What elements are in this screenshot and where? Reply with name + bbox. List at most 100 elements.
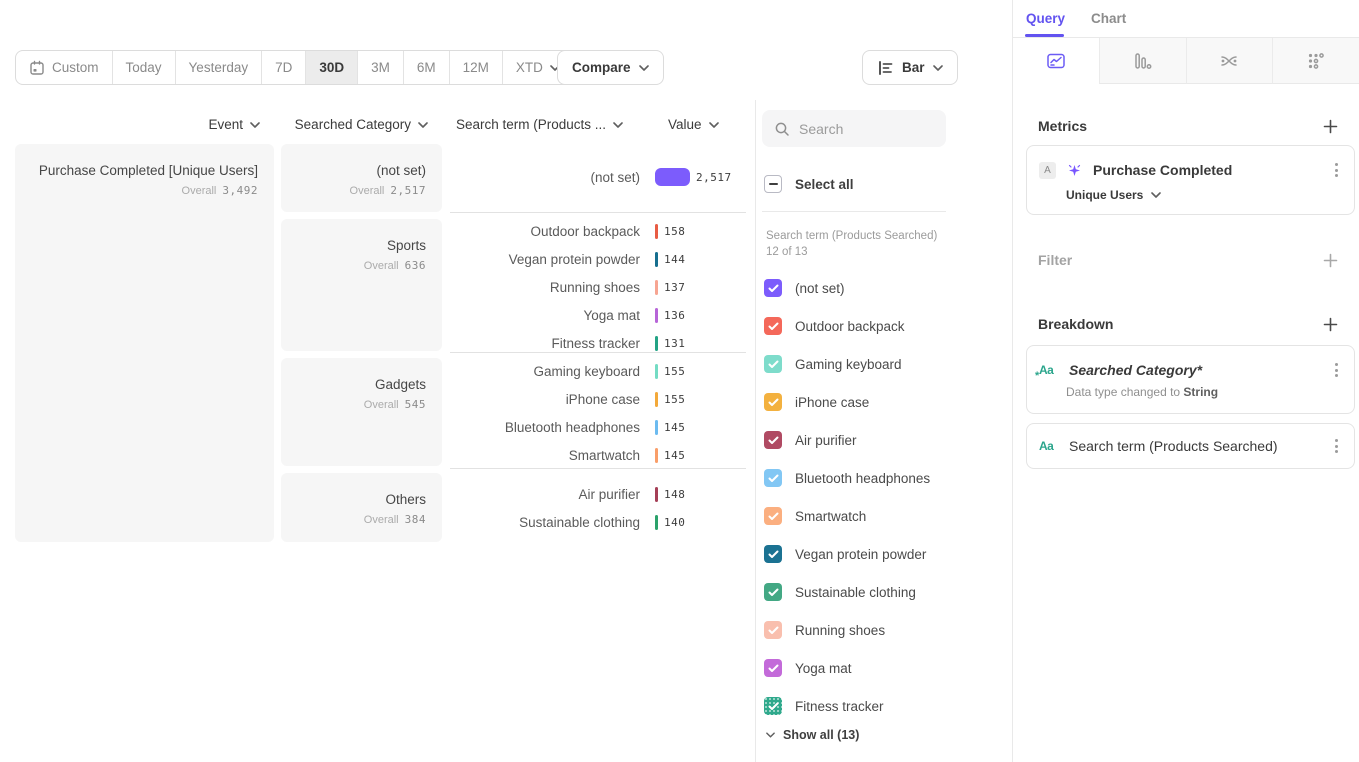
date-btn-6m[interactable]: 6M	[404, 51, 450, 84]
checkbox[interactable]	[764, 659, 782, 677]
filter-item[interactable]: Sustainable clothing	[764, 573, 946, 611]
search-input[interactable]	[799, 121, 929, 137]
chevron-down-icon	[613, 122, 623, 128]
tab-funnels[interactable]	[1099, 38, 1186, 84]
table-row[interactable]: Gaming keyboard 155	[450, 357, 750, 385]
breakdown-title: Breakdown	[1038, 316, 1113, 332]
column-header-event[interactable]: Event	[15, 117, 260, 132]
query-sidebar: Query Chart	[1013, 0, 1359, 762]
checkbox[interactable]	[764, 431, 782, 449]
column-header-value[interactable]: Value	[668, 117, 719, 132]
column-header-category[interactable]: Searched Category	[281, 117, 428, 132]
filter-item[interactable]: Bluetooth headphones	[764, 459, 946, 497]
filter-item[interactable]: Yoga mat	[764, 649, 946, 687]
filter-item[interactable]: Vegan protein powder	[764, 535, 946, 573]
compare-button[interactable]: Compare	[557, 50, 664, 85]
table-row[interactable]: Yoga mat 136	[450, 301, 750, 329]
category-cell[interactable]: Others Overall384	[281, 473, 442, 542]
filter-item[interactable]: Running shoes	[764, 611, 946, 649]
tab-insights[interactable]	[1013, 38, 1099, 84]
insights-icon	[1046, 51, 1066, 71]
checkbox[interactable]	[764, 317, 782, 335]
breakdown-menu-button[interactable]	[1331, 435, 1342, 457]
tab-query[interactable]: Query	[1026, 11, 1065, 26]
filter-item[interactable]: Air purifier	[764, 421, 946, 459]
metric-card[interactable]: A Purchase Completed Unique Users	[1026, 145, 1355, 215]
date-btn-7d[interactable]: 7D	[262, 51, 306, 84]
date-btn-30d-selected[interactable]: 30D	[306, 51, 358, 84]
filter-item[interactable]: (not set)	[764, 269, 946, 307]
breakdown-name: Search term (Products Searched)	[1069, 438, 1321, 454]
value-bar	[655, 308, 658, 323]
check-icon	[768, 322, 779, 331]
checkbox[interactable]	[764, 393, 782, 411]
table-row[interactable]: Sustainable clothing 140	[450, 508, 750, 536]
tab-flows[interactable]	[1186, 38, 1273, 84]
date-btn-yesterday[interactable]: Yesterday	[176, 51, 263, 84]
retention-icon	[1306, 51, 1326, 71]
check-icon	[768, 664, 779, 673]
filter-item-list: (not set) Outdoor backpack Gaming keyboa…	[764, 269, 946, 725]
check-icon	[768, 588, 779, 597]
bar-chart-icon	[877, 60, 894, 76]
breakdown-card-searched-category[interactable]: Aa* Searched Category* Data type changed…	[1026, 345, 1355, 414]
add-breakdown-button[interactable]	[1323, 317, 1338, 332]
metrics-title: Metrics	[1038, 118, 1087, 134]
select-all-checkbox[interactable]	[764, 175, 782, 193]
table-row[interactable]: Bluetooth headphones 145	[450, 413, 750, 441]
checkbox[interactable]	[764, 355, 782, 373]
add-filter-button[interactable]	[1323, 253, 1338, 268]
table-row[interactable]: Smartwatch 145	[450, 441, 750, 469]
breakdown-card-search-term[interactable]: Aa Search term (Products Searched)	[1026, 423, 1355, 469]
search-icon	[774, 121, 790, 137]
checkbox[interactable]	[764, 621, 782, 639]
date-btn-3m[interactable]: 3M	[358, 51, 404, 84]
check-icon	[768, 550, 779, 559]
value-bar	[655, 336, 658, 351]
checkbox[interactable]	[764, 469, 782, 487]
select-all-row[interactable]: Select all	[764, 175, 854, 193]
category-cell[interactable]: Sports Overall636	[281, 219, 442, 351]
string-property-icon: Aa*	[1039, 363, 1059, 377]
metric-event-name: Purchase Completed	[1093, 162, 1321, 178]
table-row[interactable]: Outdoor backpack 158	[450, 217, 750, 245]
add-metric-button[interactable]	[1323, 119, 1338, 134]
table-row[interactable]: Air purifier 148	[450, 480, 750, 508]
table-row[interactable]: (not set) 2,517	[450, 163, 750, 191]
metric-menu-button[interactable]	[1331, 159, 1342, 181]
chart-type-button[interactable]: Bar	[862, 50, 958, 85]
show-all-link[interactable]: Show all (13)	[766, 728, 859, 742]
tab-retention[interactable]	[1272, 38, 1359, 84]
event-cell[interactable]: Purchase Completed [Unique Users] Overal…	[15, 144, 274, 542]
category-cell[interactable]: (not set) Overall2,517	[281, 144, 442, 212]
table-row[interactable]: Running shoes 137	[450, 273, 750, 301]
panel-divider	[755, 100, 756, 762]
filter-item[interactable]: Fitness tracker	[764, 687, 946, 725]
table-row[interactable]: Vegan protein powder 144	[450, 245, 750, 273]
checkbox[interactable]	[764, 545, 782, 563]
checkbox[interactable]	[764, 507, 782, 525]
table-row[interactable]: iPhone case 155	[450, 385, 750, 413]
filter-item[interactable]: Gaming keyboard	[764, 345, 946, 383]
checkbox[interactable]	[764, 697, 782, 715]
value-bar	[655, 448, 658, 463]
filter-item[interactable]: iPhone case	[764, 383, 946, 421]
active-tab-underline	[1025, 34, 1064, 37]
date-btn-12m[interactable]: 12M	[450, 51, 503, 84]
checkbox[interactable]	[764, 583, 782, 601]
event-icon	[1066, 162, 1083, 179]
date-btn-custom[interactable]: Custom	[16, 51, 113, 84]
category-cell[interactable]: Gadgets Overall545	[281, 358, 442, 466]
filter-item[interactable]: Smartwatch	[764, 497, 946, 535]
breakdown-menu-button[interactable]	[1331, 359, 1342, 381]
check-icon	[768, 626, 779, 635]
tab-chart[interactable]: Chart	[1091, 11, 1126, 26]
filter-item[interactable]: Outdoor backpack	[764, 307, 946, 345]
chevron-down-icon	[1151, 192, 1161, 198]
checkbox[interactable]	[764, 279, 782, 297]
date-btn-today[interactable]: Today	[113, 51, 176, 84]
date-btn-label: Custom	[52, 60, 99, 75]
value-bar	[655, 224, 658, 239]
column-header-search-term[interactable]: Search term (Products ...	[456, 117, 623, 132]
measure-selector[interactable]: Unique Users	[1066, 188, 1354, 202]
